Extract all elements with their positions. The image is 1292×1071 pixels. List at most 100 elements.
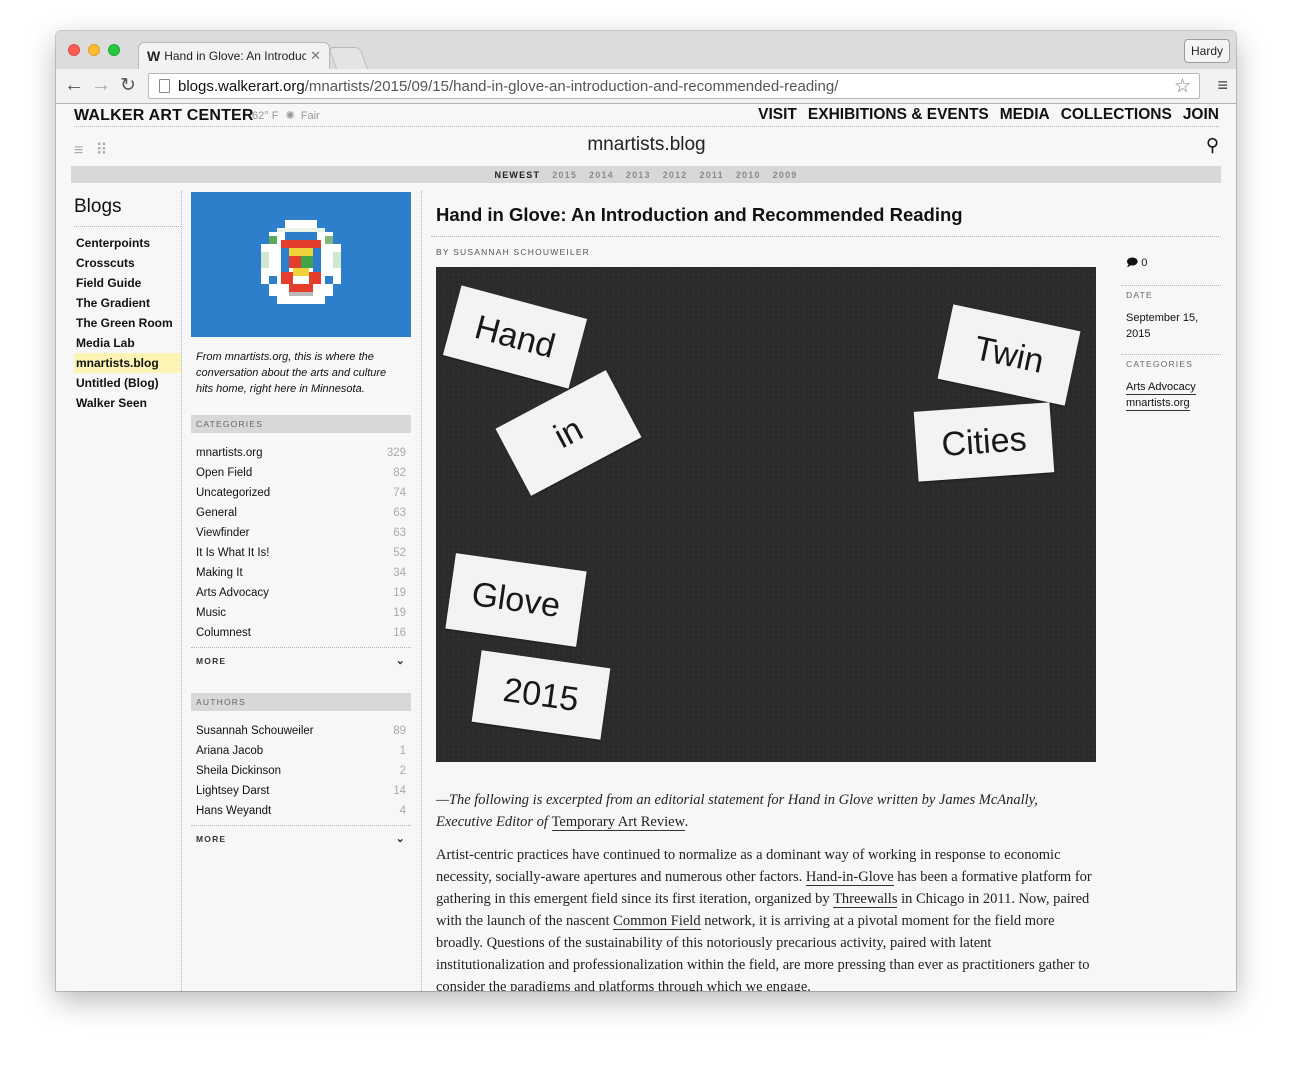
category-item[interactable]: Open Field 82 [191,463,411,483]
blog-item-the-gradient[interactable]: The Gradient [74,293,181,313]
close-window-button[interactable] [68,44,80,56]
category-count: 52 [393,547,406,559]
browser-menu-icon[interactable]: ≡ [1217,75,1228,96]
page-icon [159,79,170,93]
categories-list: mnartists.org 329 Open Field 82 Uncategori… [191,443,411,643]
categories-more-button[interactable]: MORE ⌄ [191,647,411,667]
blogs-heading: Blogs [74,196,181,227]
nav-exhibitions-events[interactable]: EXHIBITIONS & EVENTS [808,106,989,124]
article-hero-image: Hand in Twin Cities Glove 2015 [436,267,1096,762]
threewalls-link[interactable]: Threewalls [833,891,898,908]
nav-collections[interactable]: COLLECTIONS [1061,106,1172,124]
meta-category-link[interactable]: Arts Advocacy [1126,380,1196,395]
hand-in-glove-link[interactable]: Hand-in-Glove [805,869,894,886]
year-2011[interactable]: 2011 [700,170,724,180]
blog-item-media-lab[interactable]: Media Lab [74,333,181,353]
year-2010[interactable]: 2010 [736,170,761,180]
category-name: Making It [196,567,243,579]
meta-category-link[interactable]: mnartists.org [1126,396,1190,411]
author-item[interactable]: Lightsey Darst 14 [191,781,411,801]
year-2013[interactable]: 2013 [626,170,651,180]
author-count: 2 [399,765,406,777]
minimize-window-button[interactable] [88,44,100,56]
category-item[interactable]: Viewfinder 63 [191,523,411,543]
bookmark-star-icon[interactable]: ☆ [1174,75,1191,98]
author-item[interactable]: Sheila Dickinson 2 [191,761,411,781]
comment-bubble-icon: 🗩 [1126,257,1139,269]
article-paragraph: Artist-centric practices have continued … [436,844,1096,991]
common-field-link[interactable]: Common Field [613,913,701,930]
nav-join[interactable]: JOIN [1183,106,1219,124]
nav-visit[interactable]: VISIT [758,106,797,124]
category-count: 74 [393,487,406,499]
author-item[interactable]: Ariana Jacob 1 [191,741,411,761]
zoom-window-button[interactable] [108,44,120,56]
mnartists-logo[interactable] [191,192,411,337]
year-archive-bar: NEWEST 2015 2014 2013 2012 2011 2010 200… [71,166,1221,183]
blog-item-walker-seen[interactable]: Walker Seen [74,393,181,413]
chevron-down-icon: ⌄ [395,833,406,845]
year-newest[interactable]: NEWEST [495,170,541,180]
browser-tab-active[interactable]: W Hand in Glove: An Introduc ✕ [138,42,330,69]
blog-item-the-green-room[interactable]: The Green Room [74,313,181,333]
year-2012[interactable]: 2012 [663,170,688,180]
category-item[interactable]: Columnest 16 [191,623,411,643]
temporary-art-review-link[interactable]: Temporary Art Review [551,814,686,831]
category-count: 82 [393,467,406,479]
date-value: September 15, 2015 [1121,300,1221,355]
category-name: Columnest [196,627,251,639]
category-item[interactable]: General 63 [191,503,411,523]
reload-icon[interactable]: ↻ [120,74,136,97]
blog-item-field-guide[interactable]: Field Guide [74,273,181,293]
author-item[interactable]: Susannah Schouweiler 89 [191,721,411,741]
category-item[interactable]: Arts Advocacy 19 [191,583,411,603]
address-bar[interactable]: blogs.walkerart.org/mnartists/2015/09/15… [148,73,1200,99]
year-2015[interactable]: 2015 [552,170,577,180]
authors-more-button[interactable]: MORE ⌄ [191,825,411,845]
blog-item-mnartists-blog[interactable]: mnartists.blog [74,353,181,373]
search-icon[interactable]: ⚲ [1206,135,1219,156]
tab-close-icon[interactable]: ✕ [310,48,321,64]
category-name: Viewfinder [196,527,250,539]
article: Hand in Glove: An Introduction and Recom… [431,204,1221,991]
category-name: mnartists.org [196,447,263,459]
category-count: 16 [393,627,406,639]
blog-title[interactable]: mnartists.blog [74,134,1219,156]
author-count: 89 [393,725,406,737]
blog-item-centerpoints[interactable]: Centerpoints [74,233,181,253]
category-item[interactable]: It Is What It Is! 52 [191,543,411,563]
date-label: DATE [1126,290,1153,300]
category-item[interactable]: Making It 34 [191,563,411,583]
page-viewport: WALKER ART CENTER 62° F ✺ Fair VISIT EXH… [56,104,1236,991]
author-item[interactable]: Hans Weyandt 4 [191,801,411,821]
blog-description: From mnartists.org, this is where the co… [196,351,387,395]
category-name: Music [196,607,227,619]
browser-toolbar: ← → ↻ blogs.walkerart.org/mnartists/2015… [56,69,1236,104]
walker-favicon-icon: W [147,48,161,64]
site-brand[interactable]: WALKER ART CENTER [74,107,254,125]
blogs-list: Centerpoints Crosscuts Field Guide The G… [74,233,181,413]
blog-item-untitled-blog[interactable]: Untitled (Blog) [74,373,181,393]
new-tab-button[interactable] [327,47,369,69]
blog-item-crosscuts[interactable]: Crosscuts [74,253,181,273]
category-name: It Is What It Is! [196,547,270,559]
category-item[interactable]: Uncategorized 74 [191,483,411,503]
site-header: WALKER ART CENTER 62° F ✺ Fair VISIT EXH… [74,104,1219,127]
year-2009[interactable]: 2009 [773,170,798,180]
category-count: 34 [393,567,406,579]
forward-arrow-icon[interactable]: → [91,74,111,97]
sun-icon: ✺ [285,110,295,122]
comments-link[interactable]: 🗩 0 [1121,254,1221,286]
nav-media[interactable]: MEDIA [1000,106,1050,124]
profile-button[interactable]: Hardy [1184,39,1230,63]
weather-temp: 62° F [252,110,279,122]
category-item[interactable]: mnartists.org 329 [191,443,411,463]
year-2014[interactable]: 2014 [589,170,614,180]
hero-card-cities: Cities [913,402,1055,482]
hero-card-twin: Twin [937,304,1081,406]
category-count: 19 [393,587,406,599]
back-arrow-icon[interactable]: ← [64,74,84,97]
authors-list: Susannah Schouweiler 89 Ariana Jacob 1 She… [191,721,411,821]
author-count: 4 [399,805,406,817]
category-item[interactable]: Music 19 [191,603,411,623]
